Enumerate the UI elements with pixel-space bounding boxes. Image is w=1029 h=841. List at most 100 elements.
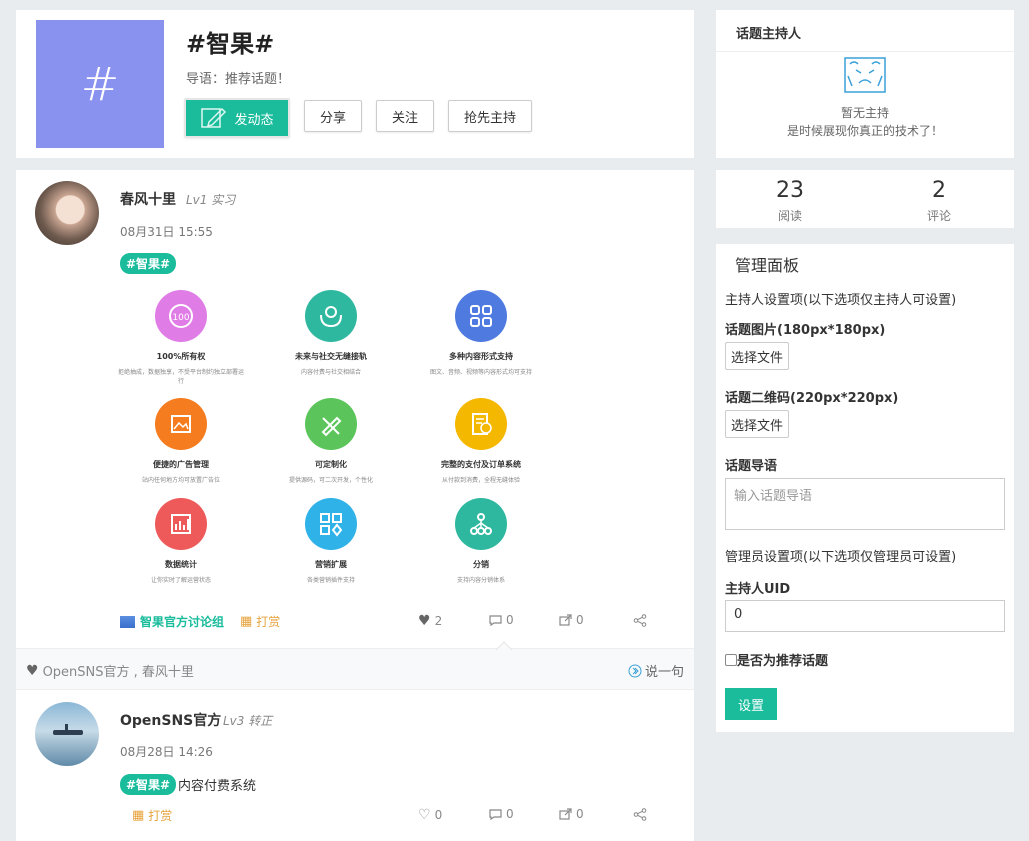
like-count: 2: [434, 614, 443, 628]
like-button[interactable]: ♡ 0: [418, 807, 442, 823]
svg-text:100: 100: [172, 313, 189, 323]
repost-button[interactable]: 0: [559, 807, 584, 821]
topic-intro-textarea[interactable]: 输入话题导语: [725, 478, 1005, 530]
like-button[interactable]: ♥ 2: [418, 613, 442, 629]
repost-count: 0: [576, 613, 584, 627]
repost-count: 0: [576, 807, 584, 821]
feature-title: 便捷的广告管理: [153, 460, 209, 469]
apps-icon: [305, 498, 357, 550]
pointer-caret: [496, 641, 512, 650]
avatar[interactable]: [35, 181, 99, 245]
say-something-button[interactable]: 说一句: [628, 661, 684, 680]
like-count: 0: [434, 808, 443, 822]
follow-button[interactable]: 关注: [376, 100, 434, 132]
post-time: 08月31日 15:55: [120, 225, 213, 239]
feature-title: 100%所有权: [156, 352, 206, 361]
comment-button[interactable]: 0: [489, 807, 514, 821]
feature-item: 未来与社交无缝接轨 内容付费与社交相结合: [266, 290, 396, 377]
feature-desc: 拒绝抽成，数据独享，不受平台制约独立部署运行: [117, 369, 244, 385]
read-count-label: 阅读: [777, 209, 802, 223]
share-button[interactable]: 分享: [304, 100, 362, 132]
feature-desc: 从付款到消费，全程无缝体验: [441, 477, 520, 484]
edit-icon: [201, 107, 227, 128]
feature-item: 完整的支付及订单系统 从付款到消费，全程无缝体验: [416, 398, 546, 485]
heart-outline-icon: ♡: [418, 807, 431, 823]
topic-image-file-button[interactable]: 选择文件: [725, 342, 789, 370]
repost-button[interactable]: 0: [559, 613, 584, 627]
feature-desc: 站内任何地方均可放置广告位: [141, 477, 220, 484]
claim-host-button[interactable]: 抢先主持: [448, 100, 532, 132]
user-level: Lv3 转正: [223, 714, 273, 728]
topic-title: #智果#: [186, 30, 275, 58]
topic-logo-symbol: #: [80, 57, 120, 111]
group-icon: [120, 615, 135, 628]
user-level: Lv1 实习: [186, 193, 236, 207]
coin-icon: ▦: [240, 614, 253, 629]
comment-button[interactable]: 0: [489, 613, 514, 627]
chevron-circle-icon: [628, 664, 642, 677]
say-something-label: 说一句: [645, 665, 685, 680]
repost-icon: [559, 614, 572, 626]
topic-qr-label: 话题二维码(220px*220px): [725, 391, 899, 406]
topic-intro-label: 话题导语: [725, 459, 778, 474]
feature-item: 便捷的广告管理 站内任何地方均可放置广告位: [116, 398, 246, 485]
reward-button[interactable]: ▦ 打赏: [240, 613, 280, 630]
topic-qr-file-button[interactable]: 选择文件: [725, 410, 789, 438]
feature-item: 多种内容形式支持 图文、音频、视频等内容形式均可支持: [416, 290, 546, 377]
avatar[interactable]: [35, 702, 99, 766]
topic-logo: #: [36, 20, 164, 148]
feature-desc: 提供源码，可二次开发，个性化: [288, 477, 373, 484]
heart-icon: ♥: [418, 613, 431, 629]
topic-stats-card: 23 阅读 2 评论: [716, 170, 1014, 228]
post-image[interactable]: 100 100%所有权 拒绝抽成，数据独享，不受平台制约独立部署运行 未来与社交…: [116, 288, 566, 588]
share-icon[interactable]: [633, 808, 647, 821]
group-link[interactable]: 智果官方讨论组: [120, 613, 224, 630]
feature-title: 数据统计: [165, 560, 197, 569]
post-author[interactable]: 春风十里: [120, 189, 176, 209]
host-divider: [716, 51, 1014, 52]
image-icon: [155, 398, 207, 450]
comment-icon: [489, 615, 502, 626]
badge-icon: 100: [155, 290, 207, 342]
recommend-checkbox[interactable]: [725, 653, 737, 666]
host-title: 话题主持人: [736, 27, 802, 42]
coin-icon: ▦: [132, 808, 145, 823]
host-empty-text: 暂无主持: [840, 106, 889, 120]
feature-item: 可定制化 提供源码，可二次开发，个性化: [266, 398, 396, 485]
settings-save-button[interactable]: 设置: [725, 688, 777, 720]
feature-title: 分销: [473, 560, 489, 569]
feature-title: 可定制化: [315, 460, 347, 469]
post-text: 内容付费系统: [178, 779, 257, 794]
post-button-label: 发动态: [234, 112, 274, 128]
post-button[interactable]: 发动态: [184, 98, 290, 138]
post-author[interactable]: OpenSNS官方: [120, 710, 221, 730]
comment-icon: [489, 809, 502, 820]
feature-desc: 各类营销插件支持: [306, 577, 355, 584]
share-icon[interactable]: [633, 614, 647, 627]
pencil-ruler-icon: [305, 398, 357, 450]
reward-button[interactable]: ▦ 打赏: [132, 807, 172, 824]
receipt-icon: [455, 398, 507, 450]
topic-tag[interactable]: #智果#: [120, 253, 177, 274]
feature-desc: 支持内容分销体系: [456, 577, 505, 584]
feature-title: 多种内容形式支持: [449, 352, 513, 361]
reward-label: 打赏: [148, 809, 173, 823]
feature-desc: 内容付费与社交相结合: [300, 369, 361, 376]
topic-image-label: 话题图片(180px*180px): [725, 323, 886, 338]
repost-icon: [559, 808, 572, 820]
feature-title: 完整的支付及订单系统: [441, 460, 521, 469]
no-host-icon: [844, 57, 886, 93]
host-uid-input[interactable]: 0: [725, 600, 1005, 632]
group-link-label: 智果官方讨论组: [140, 615, 225, 629]
reward-label: 打赏: [256, 615, 281, 629]
read-count: 23: [776, 178, 804, 203]
hands-icon: [305, 290, 357, 342]
topic-tag[interactable]: #智果#: [120, 774, 177, 795]
likers-names[interactable]: OpenSNS官方 , 春风十里: [43, 661, 194, 680]
admin-panel: 管理面板 主持人设置项(以下选项仅主持人可设置) 话题图片(180px*180p…: [716, 244, 1014, 732]
feature-desc: 图文、音频、视频等内容形式均可支持: [429, 369, 532, 376]
bar-chart-icon: [155, 498, 207, 550]
post-time: 08月28日 14:26: [120, 745, 213, 759]
feature-item: 100 100%所有权 拒绝抽成，数据独享，不受平台制约独立部署运行: [116, 290, 246, 386]
likes-bar: ♥ OpenSNS官方 , 春风十里 说一句: [16, 641, 694, 690]
